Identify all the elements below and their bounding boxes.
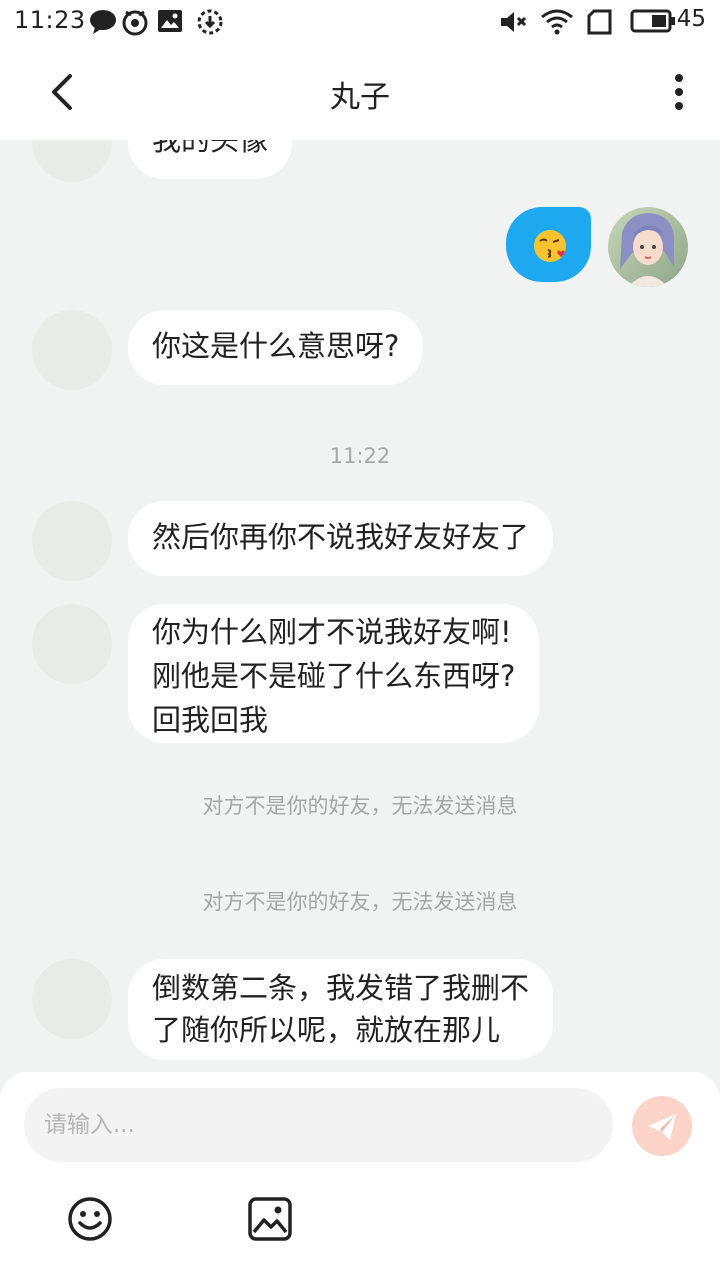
battery-percentage: 45: [676, 6, 706, 32]
message-text: 然后你再你不说我好友好友了: [152, 520, 530, 554]
message-text-line: 刚他是不是碰了什么东西呀?: [152, 659, 516, 693]
message-bubble-received[interactable]: 我的头像: [128, 140, 293, 179]
status-bar: 11:23 45: [0, 0, 720, 44]
contact-avatar[interactable]: [32, 310, 112, 390]
message-bubble-sent[interactable]: [506, 207, 591, 282]
page-title: 丸子: [330, 80, 390, 115]
emoji-button[interactable]: [67, 1196, 113, 1242]
owl-icon: [122, 10, 148, 36]
message-timestamp: 11:22: [329, 444, 391, 468]
more-options-button[interactable]: [664, 70, 694, 114]
input-panel: [0, 1072, 720, 1280]
system-notice: 对方不是你的好友，无法发送消息: [202, 890, 518, 914]
message-input[interactable]: [24, 1088, 613, 1162]
message-text-line: 回我回我: [152, 703, 269, 737]
image-picker-button[interactable]: [247, 1196, 293, 1242]
battery-icon: [630, 9, 675, 33]
message-text-line: 你为什么刚才不说我好友啊!: [152, 615, 512, 649]
message-bubble-received[interactable]: 你为什么刚才不说我好友啊! 刚他是不是碰了什么东西呀? 回我回我: [128, 604, 540, 743]
message-text-line: 倒数第二条，我发错了我删不: [152, 971, 530, 1005]
message-bubble-received[interactable]: 然后你再你不说我好友好友了: [128, 501, 554, 576]
mute-icon: [501, 12, 527, 32]
message-list[interactable]: 我的头像 你这是什么意思呀? 11:22 然后你再你不说我好友好友了 你为什么刚…: [0, 140, 720, 1075]
wifi-icon: [541, 9, 573, 35]
send-button[interactable]: [632, 1096, 692, 1156]
message-bubble-received[interactable]: 你这是什么意思呀?: [128, 310, 424, 385]
contact-avatar[interactable]: [32, 959, 112, 1039]
message-bubble-received[interactable]: 倒数第二条，我发错了我删不 了随你所以呢，就放在那儿: [128, 959, 554, 1060]
message-text: 你这是什么意思呀?: [152, 329, 400, 363]
image-icon: [158, 10, 182, 32]
contact-avatar[interactable]: [32, 604, 112, 684]
contact-avatar[interactable]: [32, 501, 112, 581]
download-icon: [197, 9, 223, 35]
message-text-line: 了随你所以呢，就放在那儿: [152, 1013, 501, 1047]
chat-header: 丸子: [0, 44, 720, 140]
send-icon: [648, 1114, 676, 1140]
kissing-face-emoji-icon: [534, 230, 566, 262]
status-time: 11:23: [14, 6, 86, 34]
contact-avatar[interactable]: [32, 140, 112, 182]
sim-icon: [587, 9, 612, 35]
message-text: 我的头像: [152, 140, 269, 157]
chat-bubble-icon: [90, 10, 116, 34]
system-notice: 对方不是你的好友，无法发送消息: [202, 794, 518, 818]
my-avatar[interactable]: [608, 207, 688, 287]
